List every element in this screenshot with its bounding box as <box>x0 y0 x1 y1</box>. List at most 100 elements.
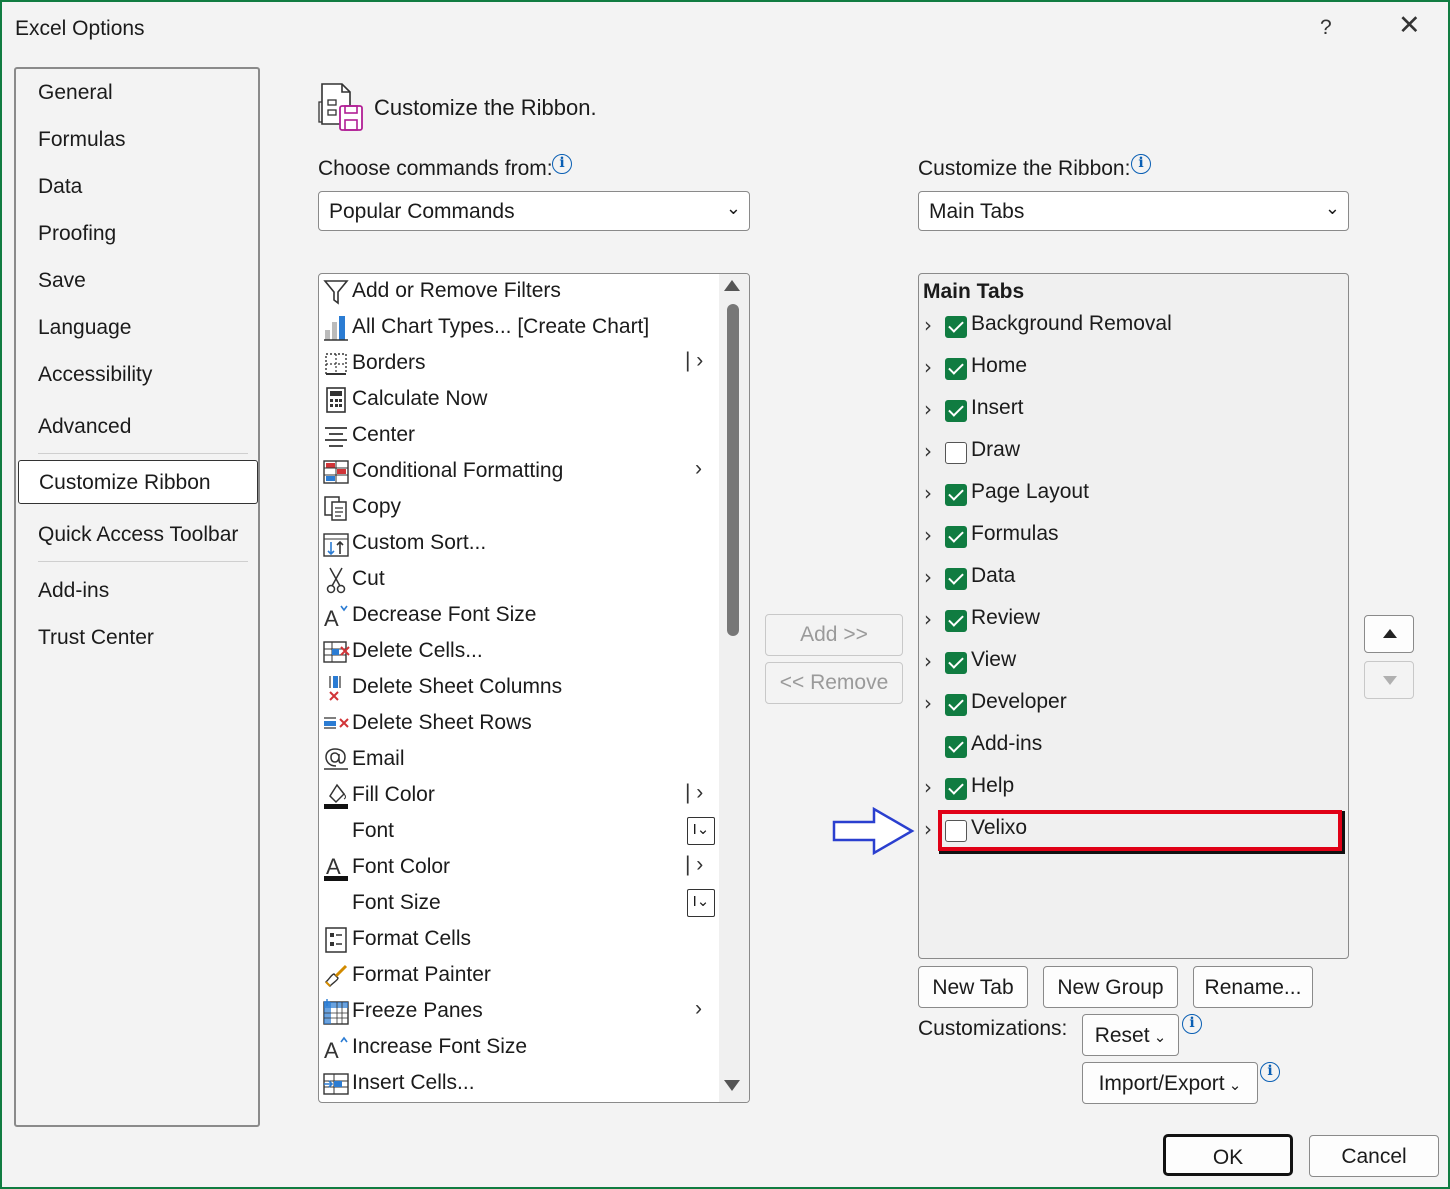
ribbon-tab-item[interactable]: › Home <box>919 350 1344 390</box>
expand-chevron-icon[interactable]: › <box>924 397 932 421</box>
scroll-up-icon[interactable] <box>724 280 740 291</box>
command-item[interactable]: Cut <box>319 564 719 600</box>
command-item[interactable]: Format Cells <box>319 924 719 960</box>
command-item[interactable]: Font I⌄ <box>319 816 719 852</box>
expand-chevron-icon[interactable]: › <box>924 565 932 589</box>
tab-checkbox[interactable] <box>945 778 967 800</box>
info-icon[interactable]: i <box>552 154 572 174</box>
email-icon <box>324 748 348 770</box>
tab-checkbox[interactable] <box>945 400 967 422</box>
ribbon-tab-item[interactable]: › Insert <box>919 392 1344 432</box>
command-item[interactable]: Font Size I⌄ <box>319 888 719 924</box>
ribbon-tab-item[interactable]: › View <box>919 644 1344 684</box>
move-up-button[interactable] <box>1364 615 1414 653</box>
tab-checkbox[interactable] <box>945 610 967 632</box>
command-item[interactable]: Center <box>319 420 719 456</box>
command-item[interactable]: Insert Cells... <box>319 1068 719 1102</box>
command-item[interactable]: Conditional Formatting › <box>319 456 719 492</box>
expand-chevron-icon[interactable]: › <box>924 523 932 547</box>
tab-checkbox[interactable] <box>945 316 967 338</box>
info-icon[interactable]: i <box>1131 154 1151 174</box>
command-item[interactable]: Format Painter <box>319 960 719 996</box>
command-item[interactable]: Email <box>319 744 719 780</box>
expand-chevron-icon[interactable]: › <box>924 313 932 337</box>
nav-formulas[interactable]: Formulas <box>38 128 126 152</box>
expand-chevron-icon[interactable]: › <box>924 607 932 631</box>
tab-checkbox[interactable] <box>945 484 967 506</box>
command-item[interactable]: Delete Sheet Rows <box>319 708 719 744</box>
choose-commands-dropdown[interactable]: Popular Commands ⌄ <box>318 191 750 231</box>
command-item[interactable]: Custom Sort... <box>319 528 719 564</box>
close-button[interactable]: ✕ <box>1398 12 1421 39</box>
move-down-button[interactable] <box>1364 661 1414 699</box>
info-icon[interactable]: i <box>1260 1062 1280 1082</box>
nav-accessibility[interactable]: Accessibility <box>38 363 152 387</box>
expand-chevron-icon[interactable]: › <box>924 355 932 379</box>
nav-trust-center[interactable]: Trust Center <box>38 626 154 650</box>
nav-proofing[interactable]: Proofing <box>38 222 116 246</box>
nav-customize-ribbon[interactable]: Customize Ribbon <box>18 460 258 504</box>
nav-quick-access-toolbar[interactable]: Quick Access Toolbar <box>38 523 238 547</box>
info-icon[interactable]: i <box>1182 1014 1202 1034</box>
command-item[interactable]: Calculate Now <box>319 384 719 420</box>
nav-advanced[interactable]: Advanced <box>38 415 131 439</box>
tab-checkbox[interactable] <box>945 694 967 716</box>
new-tab-button[interactable]: New Tab <box>918 966 1028 1008</box>
command-label: All Chart Types... [Create Chart] <box>352 315 650 338</box>
nav-data[interactable]: Data <box>38 175 82 199</box>
remove-button[interactable]: << Remove <box>765 662 903 704</box>
tab-checkbox[interactable] <box>945 526 967 548</box>
command-item[interactable]: Add or Remove Filters <box>319 276 719 312</box>
ribbon-tab-item[interactable]: › Developer <box>919 686 1344 726</box>
customize-ribbon-dropdown[interactable]: Main Tabs ⌄ <box>918 191 1349 231</box>
command-item[interactable]: Freeze Panes › <box>319 996 719 1032</box>
nav-save[interactable]: Save <box>38 269 86 293</box>
command-item[interactable]: All Chart Types... [Create Chart] <box>319 312 719 348</box>
commands-list[interactable]: Add or Remove Filters All Chart Types... … <box>318 273 750 1103</box>
ribbon-tab-item[interactable]: Add-ins <box>919 728 1344 768</box>
cancel-button[interactable]: Cancel <box>1309 1135 1439 1177</box>
expand-chevron-icon[interactable]: › <box>924 775 932 799</box>
command-item[interactable]: Borders | › <box>319 348 719 384</box>
tab-checkbox[interactable] <box>945 652 967 674</box>
command-item[interactable]: A Increase Font Size <box>319 1032 719 1068</box>
rename-button[interactable]: Rename... <box>1193 966 1313 1008</box>
command-item[interactable]: Fill Color | › <box>319 780 719 816</box>
ribbon-tab-item[interactable]: › Draw <box>919 434 1344 474</box>
ok-button[interactable]: OK <box>1163 1134 1293 1176</box>
tab-checkbox[interactable] <box>945 442 967 464</box>
import-export-button[interactable]: Import/Export ⌄ <box>1082 1062 1258 1104</box>
chevron-right-icon: › <box>695 997 702 1020</box>
new-group-button[interactable]: New Group <box>1043 966 1178 1008</box>
nav-language[interactable]: Language <box>38 316 131 340</box>
ribbon-tabs-tree[interactable]: Main Tabs › Background Removal › Home › Inser… <box>918 273 1349 959</box>
add-button[interactable]: Add >> <box>765 614 903 656</box>
scrollbar-thumb[interactable] <box>727 304 739 636</box>
expand-chevron-icon[interactable]: › <box>924 439 932 463</box>
expand-chevron-icon[interactable]: › <box>924 691 932 715</box>
ribbon-tab-item[interactable]: › Page Layout <box>919 476 1344 516</box>
scroll-down-icon[interactable] <box>724 1080 740 1091</box>
ribbon-tab-item[interactable]: › Data <box>919 560 1344 600</box>
nav-general[interactable]: General <box>38 81 113 105</box>
reset-button[interactable]: Reset ⌄ <box>1082 1014 1179 1056</box>
command-item[interactable]: Copy <box>319 492 719 528</box>
tab-checkbox[interactable] <box>945 358 967 380</box>
ribbon-tab-item[interactable]: › Background Removal <box>919 308 1344 348</box>
ribbon-tab-item[interactable]: › Review <box>919 602 1344 642</box>
nav-add-ins[interactable]: Add-ins <box>38 579 109 603</box>
ribbon-tab-item[interactable]: › Formulas <box>919 518 1344 558</box>
command-item[interactable]: A Decrease Font Size <box>319 600 719 636</box>
command-label: Font Color <box>352 855 451 878</box>
command-item[interactable]: Delete Sheet Columns <box>319 672 719 708</box>
command-item[interactable]: Delete Cells... <box>319 636 719 672</box>
expand-chevron-icon[interactable]: › <box>924 481 932 505</box>
ribbon-tab-item[interactable]: › Help <box>919 770 1344 810</box>
tab-checkbox[interactable] <box>945 568 967 590</box>
expand-chevron-icon[interactable]: › <box>924 817 932 841</box>
svg-text:A: A <box>324 1038 339 1062</box>
command-item[interactable]: A Font Color | › <box>319 852 719 888</box>
help-button[interactable]: ? <box>1320 16 1332 40</box>
expand-chevron-icon[interactable]: › <box>924 649 932 673</box>
tab-checkbox[interactable] <box>945 736 967 758</box>
